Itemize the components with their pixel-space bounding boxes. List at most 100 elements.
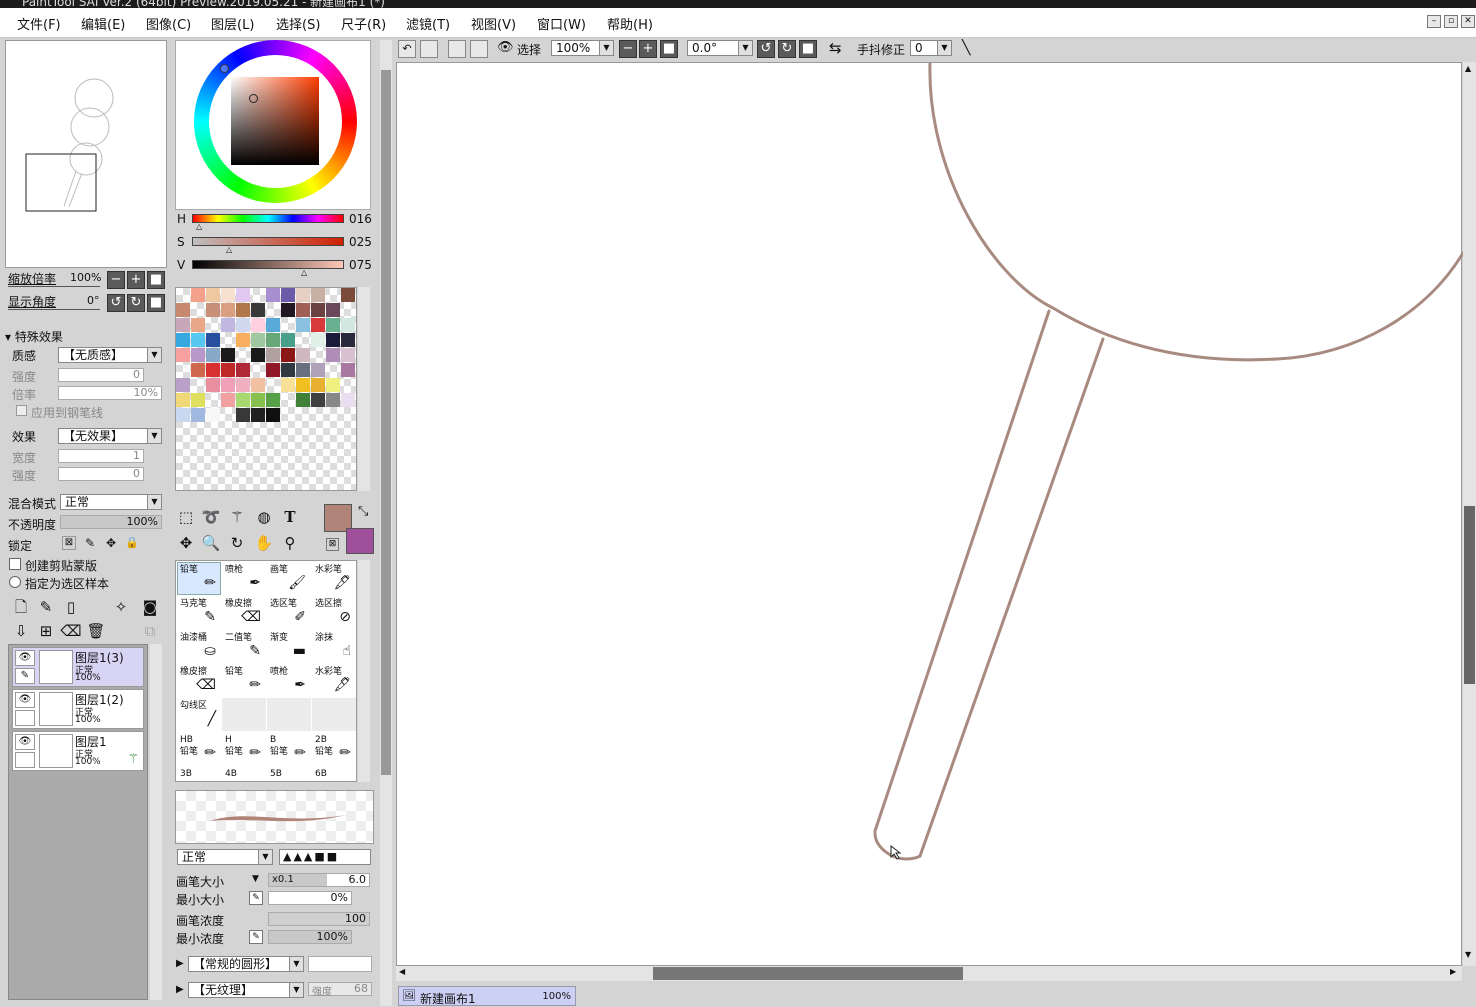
color-swatch[interactable] bbox=[206, 408, 220, 422]
min-size-bar[interactable]: 0% bbox=[268, 891, 352, 905]
tool-slot[interactable] bbox=[312, 698, 356, 731]
saturation-value-square[interactable] bbox=[231, 77, 319, 165]
color-swatch[interactable] bbox=[281, 378, 295, 392]
color-swatch[interactable] bbox=[266, 288, 280, 302]
scroll-down-icon[interactable]: ▼ bbox=[1465, 950, 1471, 959]
color-swatch[interactable] bbox=[221, 303, 235, 317]
apply-pen-checkbox[interactable] bbox=[16, 405, 27, 416]
canvas-rotate-right-button[interactable]: ↻ bbox=[778, 40, 796, 58]
redo-icon[interactable] bbox=[420, 40, 438, 58]
layer-item[interactable]: 👁 ✎ 图层1(3) 正常 100% bbox=[12, 647, 144, 687]
tool-slot[interactable]: 铅笔 ✏ bbox=[222, 664, 266, 697]
menu-window[interactable]: 窗口(W) bbox=[537, 14, 586, 33]
drawing-canvas[interactable] bbox=[396, 62, 1463, 966]
move-icon[interactable]: ✥ bbox=[175, 532, 197, 554]
secondary-color-swatch[interactable] bbox=[346, 528, 374, 554]
color-swatch[interactable] bbox=[326, 303, 340, 317]
lock-move-icon[interactable]: ✥ bbox=[104, 536, 118, 550]
tool-slot[interactable]: 喷枪 ✒ bbox=[267, 664, 311, 697]
tool-slot[interactable]: 铅笔 ✏ bbox=[177, 562, 221, 595]
color-swatch[interactable] bbox=[266, 348, 280, 362]
tool-slot[interactable]: 渐变 ▬ bbox=[267, 630, 311, 663]
color-swatch[interactable] bbox=[176, 348, 190, 362]
panel-scrollbar[interactable] bbox=[380, 40, 392, 1006]
color-swatch[interactable] bbox=[296, 288, 310, 302]
undo-icon[interactable]: ↶ bbox=[398, 40, 416, 58]
color-swatch[interactable] bbox=[206, 348, 220, 362]
sv-cursor[interactable] bbox=[249, 94, 258, 103]
tool-slot[interactable]: 选区笔 ✐ bbox=[267, 596, 311, 629]
angle-select[interactable]: 0.0° ▼ bbox=[687, 40, 753, 56]
color-swatch[interactable] bbox=[326, 393, 340, 407]
layer-lock-slot[interactable] bbox=[15, 752, 35, 768]
color-swatch[interactable] bbox=[191, 408, 205, 422]
color-swatch[interactable] bbox=[236, 288, 250, 302]
effect-select[interactable]: 【无效果】 ▼ bbox=[58, 428, 162, 444]
canvas-zoom-reset-button[interactable]: ■ bbox=[660, 40, 678, 58]
color-swatch[interactable] bbox=[206, 288, 220, 302]
brush-mode-select[interactable]: 正常 ▼ bbox=[177, 849, 273, 865]
color-swatch[interactable] bbox=[266, 363, 280, 377]
hue-slider[interactable] bbox=[192, 214, 344, 223]
color-swatch[interactable] bbox=[311, 303, 325, 317]
tool-slot[interactable]: 水彩笔 🖋 bbox=[312, 664, 356, 697]
color-swatch[interactable] bbox=[176, 378, 190, 392]
color-swatch[interactable] bbox=[251, 408, 265, 422]
color-swatch[interactable] bbox=[176, 408, 190, 422]
select-source-radio[interactable] bbox=[9, 576, 21, 588]
tool-grid-scrollbar[interactable] bbox=[358, 560, 370, 782]
color-swatch[interactable] bbox=[236, 333, 250, 347]
menu-filter[interactable]: 滤镜(T) bbox=[406, 14, 450, 33]
canvas-vscrollbar-thumb[interactable] bbox=[1464, 506, 1475, 684]
text-icon[interactable]: T bbox=[279, 506, 301, 528]
color-swatch[interactable] bbox=[311, 333, 325, 347]
menu-layer[interactable]: 图层(L) bbox=[211, 14, 254, 33]
tool-slot[interactable]: 油漆桶 ⛀ bbox=[177, 630, 221, 663]
zoom-in-button[interactable]: + bbox=[127, 271, 145, 289]
menu-ruler[interactable]: 尺子(R) bbox=[341, 14, 386, 33]
color-swatch[interactable] bbox=[176, 303, 190, 317]
menu-image[interactable]: 图像(C) bbox=[146, 14, 191, 33]
new-layer-icon[interactable]: 🗋 bbox=[10, 596, 32, 618]
brush-shape-presets[interactable]: ▲▲▲■■ bbox=[279, 849, 371, 865]
stabilizer-select[interactable]: 0 ▼ bbox=[910, 40, 952, 56]
color-swatch[interactable] bbox=[326, 348, 340, 362]
lock-paint-icon[interactable]: ✎ bbox=[83, 536, 97, 550]
color-swatch[interactable] bbox=[326, 318, 340, 332]
scroll-left-icon[interactable]: ◀ bbox=[399, 967, 405, 976]
zoom-reset-button[interactable]: ■ bbox=[147, 271, 165, 289]
pressure-density-icon[interactable]: ✎ bbox=[249, 930, 263, 944]
color-swatch[interactable] bbox=[266, 318, 280, 332]
eye-icon[interactable]: 👁 bbox=[15, 650, 35, 666]
tool-slot[interactable]: 马克笔 ✎ bbox=[177, 596, 221, 629]
straight-line-icon[interactable]: ╲ bbox=[962, 40, 970, 56]
new-pen-layer-icon[interactable]: ✎ bbox=[35, 596, 57, 618]
color-swatch[interactable] bbox=[296, 318, 310, 332]
color-swatch[interactable] bbox=[311, 363, 325, 377]
lock-transparency-icon[interactable]: ⊠ bbox=[62, 536, 76, 550]
color-swatch[interactable] bbox=[206, 333, 220, 347]
rotate-reset-button[interactable]: ■ bbox=[147, 294, 165, 312]
invert-select-icon[interactable] bbox=[470, 40, 488, 58]
tool-slot[interactable]: H 铅笔 ✏ bbox=[222, 732, 266, 765]
restore-doc-button[interactable]: ▫ bbox=[1444, 15, 1458, 28]
canvas-hscrollbar-thumb[interactable] bbox=[653, 967, 963, 980]
color-swatch[interactable] bbox=[251, 348, 265, 362]
texture-strength-bar[interactable]: 强度 68 bbox=[308, 982, 372, 998]
magic-wand-icon[interactable]: ⚚ bbox=[226, 506, 248, 528]
color-swatch[interactable] bbox=[236, 408, 250, 422]
color-swatch[interactable] bbox=[341, 348, 355, 362]
tool-slot[interactable]: 勾线区 ╱ bbox=[177, 698, 221, 731]
width-bar[interactable]: 1 bbox=[58, 449, 144, 463]
tool-slot[interactable]: 2B 铅笔 ✏ bbox=[312, 732, 356, 765]
lasso-icon[interactable]: ➰ bbox=[200, 506, 222, 528]
zoom-slider[interactable] bbox=[8, 286, 100, 287]
color-swatch[interactable] bbox=[311, 318, 325, 332]
color-swatch[interactable] bbox=[221, 348, 235, 362]
color-swatch[interactable] bbox=[296, 393, 310, 407]
canvas-zoom-in-button[interactable]: + bbox=[639, 40, 657, 58]
menu-file[interactable]: 文件(F) bbox=[17, 14, 61, 33]
layer-item[interactable]: 👁 图层1(2) 正常 100% bbox=[12, 689, 144, 729]
tool-slot[interactable]: 水彩笔 🖋 bbox=[312, 562, 356, 595]
minimize-doc-button[interactable]: – bbox=[1427, 15, 1441, 28]
